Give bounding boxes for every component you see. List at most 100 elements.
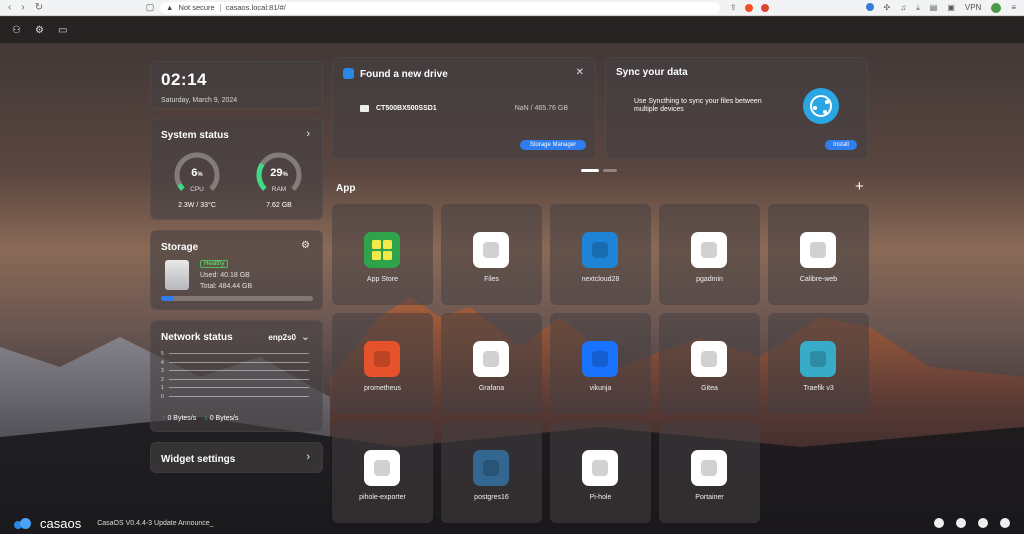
app-glyph [810,351,826,367]
app-name: Pi-hole [589,494,612,501]
app-icon [582,232,618,268]
clock-widget: 02:14 Saturday, March 9, 2024 [150,61,323,109]
download-rate: ↓ 0 Bytes/s [204,415,239,422]
app-glyph [374,351,390,367]
address-bar[interactable]: ▲ Not secure casaos.local:81/#/ [160,1,720,14]
app-icon [691,232,727,268]
carousel-dot[interactable] [603,169,617,172]
cpu-value: 6% [191,167,203,179]
footer: casaos CasaOS V0.4.4-3 Update Announce_ [14,516,214,531]
wallet-icon[interactable]: ▣ [947,3,955,13]
add-app-icon[interactable]: + [855,178,864,195]
arrow-down-icon: ↓ [204,415,208,422]
chevron-down-icon[interactable]: ⌄ [301,330,310,343]
network-chart: 5 4 3 2 1 0 [161,351,311,403]
browser-toolbar: ‹ › ↻ ▢ ▲ Not secure casaos.local:81/#/ … [0,0,1024,16]
profile-avatar[interactable] [991,2,1002,13]
app-tile[interactable]: postgres16 [441,422,542,523]
upload-rate: ↑ 0 Bytes/s [162,415,197,422]
app-glyph [483,351,499,367]
brave-icon[interactable] [744,3,753,12]
terminal-icon[interactable]: ▭ [58,25,67,36]
app-name: Traefik v3 [803,385,834,392]
close-icon[interactable]: ✕ [576,67,584,78]
app-icon [473,341,509,377]
chevron-right-icon[interactable]: › [306,451,310,463]
app-icon [800,341,836,377]
app-tile[interactable]: Grafana [441,313,542,414]
bookmark-icon[interactable]: ▢ [140,2,160,13]
account-icon[interactable]: ⚇ [12,25,21,36]
app-name: Portainer [695,494,724,501]
chevron-right-icon[interactable]: › [306,128,310,140]
app-glyph [810,242,826,258]
storage-usage-bar [161,296,313,301]
cpu-gauge: 6% CPU [172,150,222,200]
dashboard-settings-icon[interactable]: ⚙ [35,25,44,36]
update-announcement[interactable]: CasaOS V0.4.4-3 Update Announce_ [97,520,213,527]
carousel-dots [581,169,617,172]
sidebar-icon[interactable]: ▤ [930,3,938,13]
github-icon[interactable] [978,518,988,528]
drive-size: NaN / 465.76 GB [514,105,568,112]
app-icon [364,450,400,486]
app-name: Gitea [701,385,718,392]
storage-health-badge: Healthy [200,260,229,268]
casaos-logo: casaos [40,516,82,531]
app-name: prometheus [364,385,401,392]
ram-label: RAM [271,186,287,193]
install-button[interactable]: Install [825,140,857,150]
storage-usage-fill [161,296,174,301]
gear-icon[interactable]: ⚙ [301,240,310,251]
back-icon[interactable]: ‹ [8,2,11,13]
app-icon [582,450,618,486]
vpn-label[interactable]: VPN [965,3,981,13]
app-tile[interactable]: Calibre-web [768,204,869,305]
app-name: Grafana [478,385,505,392]
app-glyph [701,351,717,367]
reload-icon[interactable]: ↻ [35,2,43,13]
network-interface-select[interactable]: enp2s0 [268,333,296,342]
app-tile[interactable]: prometheus [332,313,433,414]
widget-settings-button[interactable]: Widget settings › [150,442,323,473]
music-icon[interactable]: ♫ [900,3,906,13]
casaos-icon [343,68,354,79]
new-drive-card: Found a new drive ✕ CT500BX500SSD1 NaN /… [332,57,596,159]
network-y-tick: 1 [161,385,311,394]
app-tile[interactable]: pgadmin [659,204,760,305]
network-y-tick: 3 [161,368,311,377]
app-tile[interactable]: pihole-exporter [332,422,433,523]
share-icon[interactable]: ⇪ [730,3,737,12]
download-icon[interactable]: ⤓ [916,3,920,13]
app-tile[interactable]: Files [441,204,542,305]
web-icon[interactable] [1000,518,1010,528]
extensions-icon[interactable]: ✣ [884,3,891,13]
app-glyph [701,242,717,258]
translate-icon[interactable] [865,2,874,11]
chat-icon[interactable] [934,518,944,528]
app-icon [582,341,618,377]
app-tile[interactable]: Traefik v3 [768,313,869,414]
app-tile[interactable]: Portainer [659,422,760,523]
app-tile[interactable]: vikunja [550,313,651,414]
storage-total: Total: 484.44 GB [200,283,253,290]
app-tile[interactable]: nextcloud28 [550,204,651,305]
rewards-icon[interactable] [760,3,769,12]
separator [219,3,221,12]
app-tile[interactable]: Pi-hole [550,422,651,523]
app-glyph [483,460,499,476]
discord-icon[interactable] [956,518,966,528]
menu-icon[interactable]: ≡ [1011,3,1016,13]
sync-description: Use Syncthing to sync your files between… [634,98,762,113]
app-icon [364,341,400,377]
security-label: Not secure [178,3,215,12]
app-name: App Store [366,276,399,283]
forward-icon[interactable]: › [21,2,24,13]
app-tile[interactable]: Gitea [659,313,760,414]
ram-detail: 7.62 GB [266,202,292,209]
carousel-dot-active[interactable] [581,169,599,172]
app-tile[interactable]: App Store [332,204,433,305]
app-name: Calibre-web [799,276,838,283]
storage-manager-button[interactable]: Storage Manager [520,140,586,150]
network-status-widget: Network status enp2s0 ⌄ 5 4 3 2 1 0 ↑ 0 … [150,320,323,432]
